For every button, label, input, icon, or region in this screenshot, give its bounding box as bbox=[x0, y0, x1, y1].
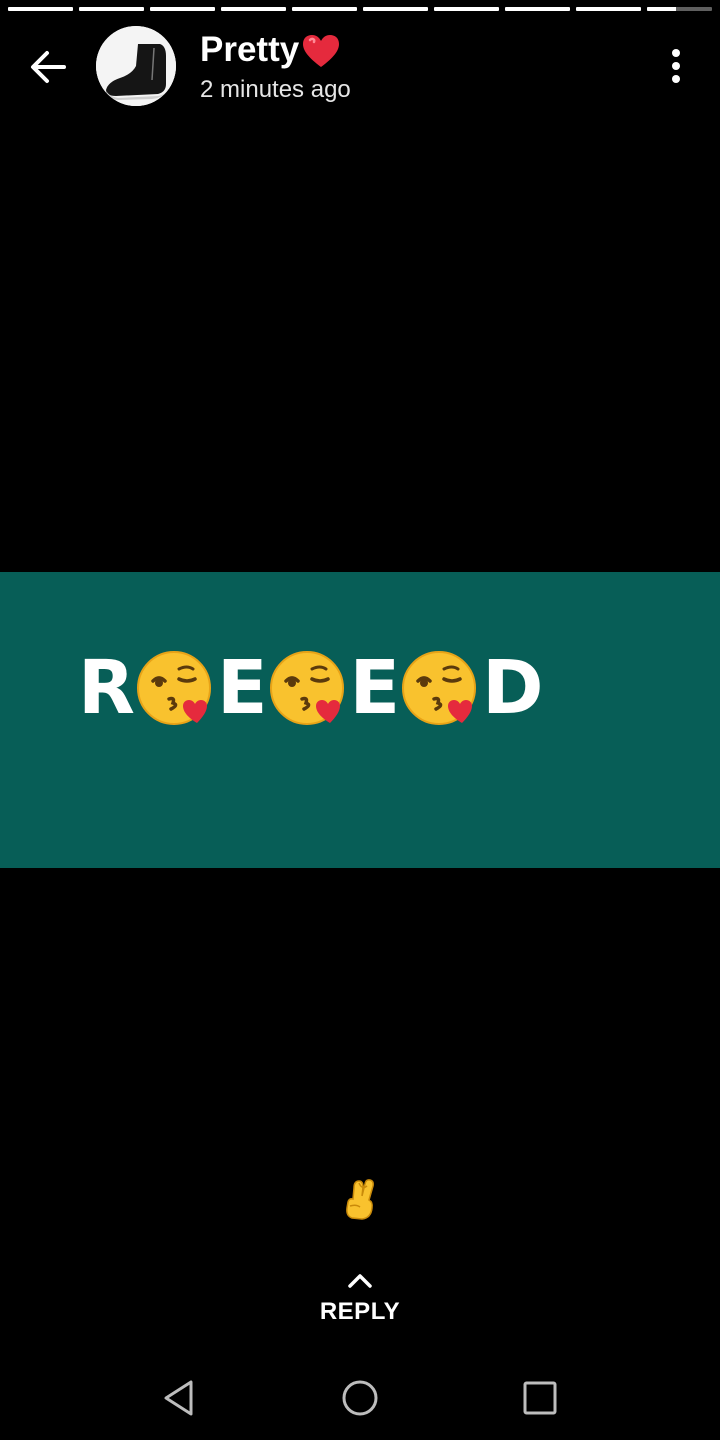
chevron-up-icon bbox=[348, 1274, 372, 1288]
nav-back-icon bbox=[164, 1380, 193, 1416]
reply-button[interactable]: REPLY bbox=[300, 1268, 420, 1338]
progress-segment bbox=[292, 7, 357, 11]
face-blowing-kiss-icon bbox=[269, 651, 344, 725]
story-letter: E bbox=[216, 645, 268, 731]
crossed-fingers-icon bbox=[346, 1179, 374, 1220]
arrow-left-icon bbox=[31, 51, 66, 83]
more-options-button[interactable] bbox=[656, 44, 696, 88]
progress-segment bbox=[434, 7, 499, 11]
story-viewer: Pretty 2 minutes ago R E E D REPLY bbox=[0, 0, 720, 1440]
name-row: Pretty bbox=[200, 28, 351, 72]
nav-back-button[interactable] bbox=[150, 1370, 210, 1426]
nav-home-icon bbox=[342, 1380, 378, 1416]
system-navigation-bar bbox=[0, 1350, 720, 1440]
contact-name: Pretty bbox=[200, 30, 300, 69]
nav-home-button[interactable] bbox=[330, 1370, 390, 1426]
progress-segment bbox=[363, 7, 428, 11]
contact-info[interactable]: Pretty 2 minutes ago bbox=[200, 28, 351, 104]
story-timestamp: 2 minutes ago bbox=[200, 76, 351, 103]
black-shoe-avatar bbox=[96, 26, 176, 106]
red-heart-icon bbox=[303, 35, 340, 67]
face-blowing-kiss-icon bbox=[402, 651, 477, 725]
progress-segment bbox=[8, 7, 73, 11]
progress-segment bbox=[647, 7, 712, 11]
nav-recents-button[interactable] bbox=[510, 1370, 570, 1426]
progress-segment bbox=[576, 7, 641, 11]
reply-label: REPLY bbox=[319, 1298, 401, 1325]
story-letter: R bbox=[78, 645, 135, 731]
nav-recents-icon bbox=[523, 1381, 557, 1415]
story-caption bbox=[0, 1178, 720, 1222]
more-vertical-icon bbox=[672, 49, 680, 57]
progress-segment bbox=[505, 7, 570, 11]
story-progress-bar bbox=[8, 7, 712, 11]
progress-segment bbox=[150, 7, 215, 11]
back-button[interactable] bbox=[22, 42, 72, 92]
face-blowing-kiss-icon bbox=[136, 651, 211, 725]
story-letter: E bbox=[349, 645, 401, 731]
progress-segment bbox=[221, 7, 286, 11]
story-letter: D bbox=[482, 645, 544, 731]
avatar[interactable] bbox=[96, 26, 176, 106]
progress-segment bbox=[79, 7, 144, 11]
story-text: R E E D bbox=[78, 646, 544, 730]
